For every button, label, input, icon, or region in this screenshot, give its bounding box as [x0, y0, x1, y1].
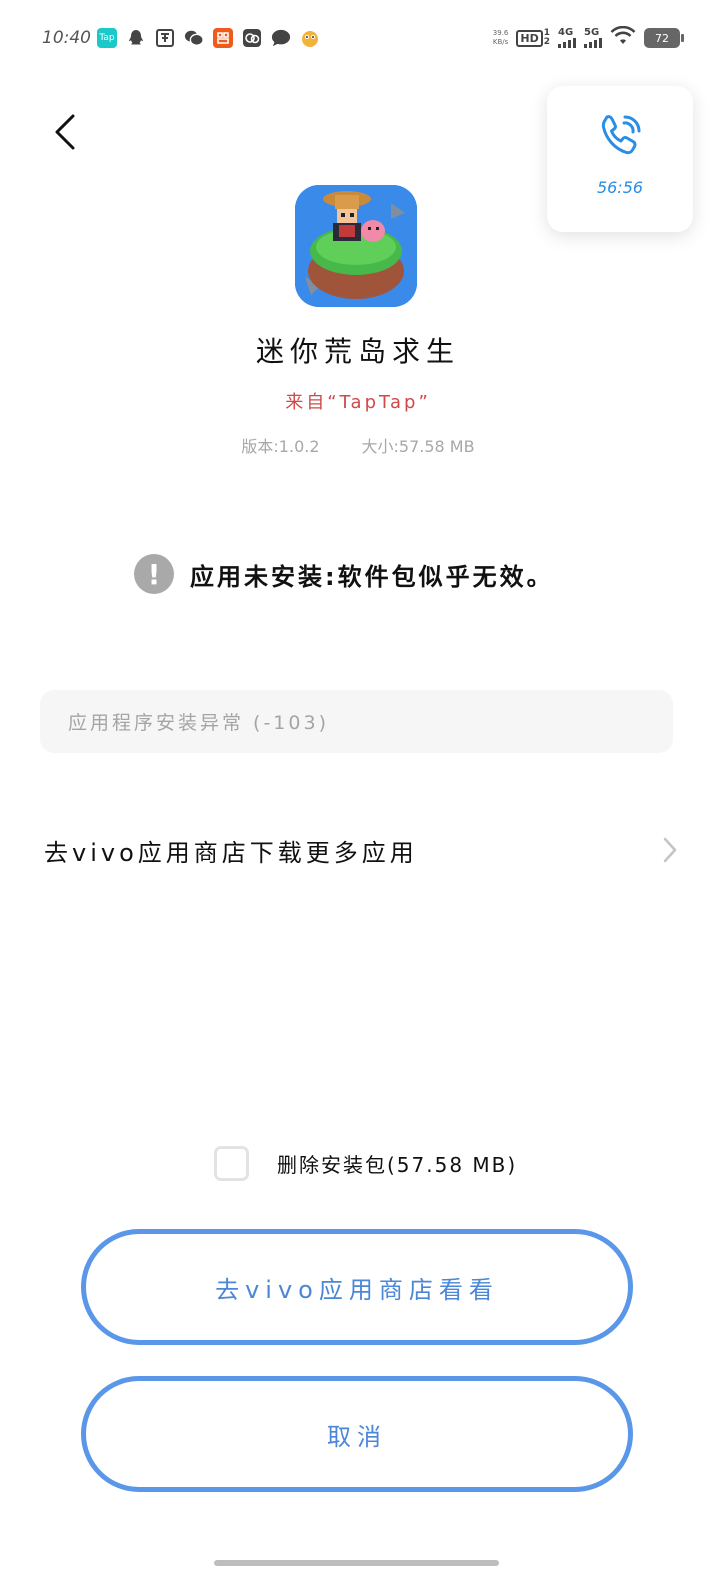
net2-label: 5G [584, 27, 600, 38]
open-store-button[interactable]: 去vivo应用商店看看 [81, 1229, 633, 1345]
battery-level: 72 [655, 31, 669, 45]
sim-numbers: 1 2 [544, 29, 550, 47]
hd-indicator: HD 1 2 [516, 29, 550, 47]
delete-package-option[interactable]: 删除安装包(57.58 MB) [214, 1146, 517, 1181]
app-meta: 版本:1.0.2 大小:57.58 MB [0, 433, 716, 457]
taptap-icon: Tap [97, 28, 117, 48]
app-size: 大小:57.58 MB [361, 437, 475, 456]
chevron-right-icon [663, 837, 677, 863]
speed-value: 39.6 [492, 29, 509, 37]
message-icon [271, 28, 291, 48]
status-bar: 10:40 Tap 39.6 KB/s HD 1 2 4G 5G 72 [0, 0, 720, 80]
speed-unit: KB/s [492, 38, 509, 46]
error-code: 应用程序安装异常 (-103) [68, 712, 329, 734]
status-right: 39.6 KB/s HD 1 2 4G 5G 72 [493, 25, 684, 50]
phone-icon [601, 115, 641, 155]
back-arrow-icon [55, 114, 75, 150]
hd-icon: HD [516, 29, 543, 47]
signal-bars-icon [558, 38, 576, 48]
warning-icon: ! [134, 554, 174, 594]
cancel-button[interactable]: 取消 [81, 1376, 633, 1492]
net1-label: 4G [558, 27, 574, 38]
store-link-label: 去vivo应用商店下载更多应用 [44, 838, 418, 867]
delete-package-label: 删除安装包(57.58 MB) [277, 1153, 518, 1177]
signal-bars-icon [584, 38, 602, 48]
qq-icon [126, 28, 146, 48]
bird-icon [300, 28, 320, 48]
ongoing-call-widget[interactable]: 56:56 [547, 86, 693, 232]
signal-5g: 5G [584, 28, 602, 48]
app-source: 来自“TapTap” [285, 392, 431, 413]
error-code-box: 应用程序安装异常 (-103) [40, 690, 673, 753]
app-icon [295, 185, 417, 307]
home-indicator[interactable] [214, 1560, 499, 1566]
signal-4g: 4G [558, 28, 576, 48]
wifi-icon [610, 25, 636, 50]
sim2-label: 2 [543, 37, 550, 47]
app-name: 迷你荒岛求生 [255, 335, 460, 368]
network-speed: 39.6 KB/s [493, 29, 509, 47]
delete-package-checkbox[interactable] [214, 1146, 249, 1181]
wechat-icon [184, 28, 204, 48]
tuan-icon [155, 28, 175, 48]
store-download-link[interactable]: 去vivo应用商店下载更多应用 [40, 820, 680, 880]
cloud-icon [242, 28, 262, 48]
error-message: 应用未安装:软件包似乎无效。 [190, 562, 554, 591]
call-duration: 56:56 [596, 178, 644, 197]
taobao-icon [213, 28, 233, 48]
battery-icon: 72 [644, 28, 684, 48]
error-message-row: ! 应用未安装:软件包似乎无效。 [134, 554, 554, 594]
back-button[interactable] [45, 110, 85, 154]
status-time: 10:40 [42, 28, 91, 48]
notification-icons: Tap [97, 28, 320, 48]
app-version: 版本:1.0.2 [241, 437, 320, 456]
taptap-icon-label: Tap [99, 33, 115, 43]
